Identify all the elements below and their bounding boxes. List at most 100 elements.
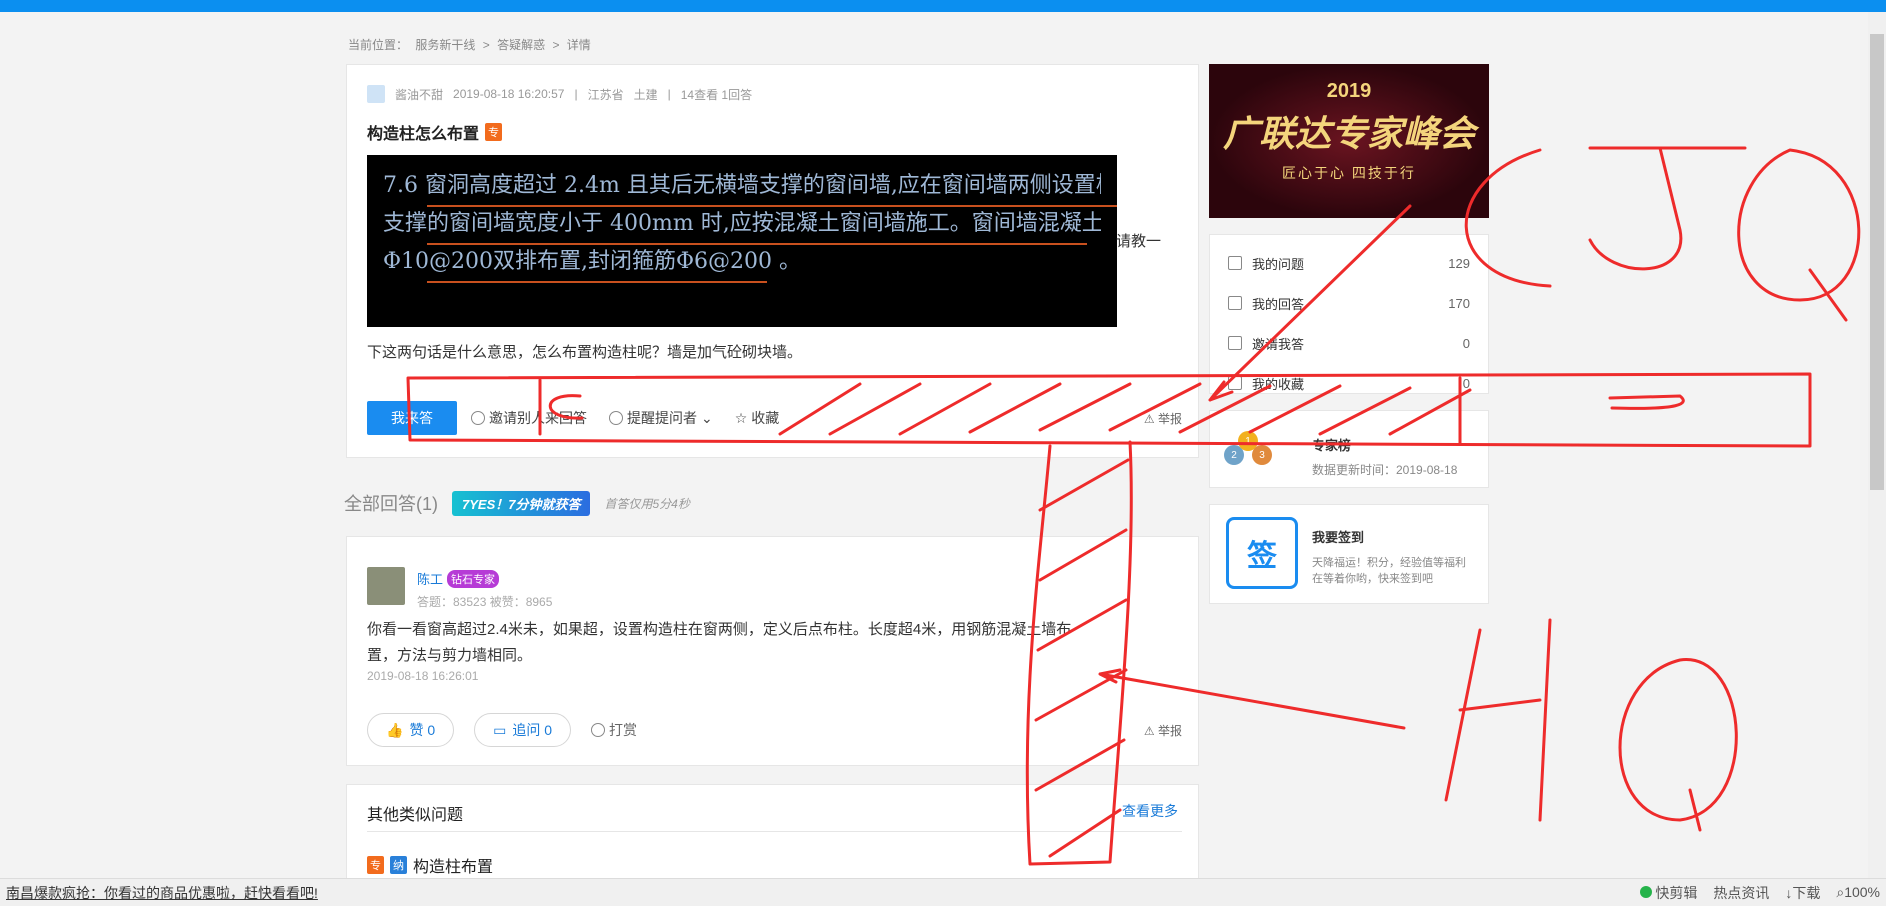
remind-button[interactable]: 提醒提问者 ⌄ — [609, 408, 713, 428]
report-button[interactable]: ⚠ 举报 — [1144, 410, 1182, 427]
breadcrumb: 当前位置： 服务新干线 > 答疑解惑 > 详情 — [348, 36, 595, 53]
expert-ranking-card[interactable]: 2 1 3 专家榜 数据更新时间：2019-08-18 — [1209, 410, 1489, 488]
thumbs-up-icon: 👍 — [386, 721, 404, 738]
sidebar-item-my-questions[interactable]: 我的问题 129 — [1210, 243, 1488, 283]
sketch-dash-right — [1608, 394, 1685, 410]
browser-top-bar — [0, 0, 1886, 12]
collect-button[interactable]: ☆ 收藏 — [735, 408, 780, 428]
download-button[interactable]: ↓下载 — [1785, 883, 1820, 903]
reward-label: 打赏 — [609, 722, 638, 738]
answer-card: 陈工 钻石专家 答题：83523 被赞：8965 你看一看窗高超过2.4米未，如… — [346, 536, 1199, 766]
question-body-text: 下这两句话是什么意思，怎么布置构造柱呢？墙是加气砼砌块墙。 — [367, 344, 803, 361]
question-image[interactable]: 7.6 窗洞高度超过 2.4m 且其后无横墙支撑的窗间墙,应在窗间墙两侧设置构造… — [367, 155, 1117, 327]
follow-up-label: 追问 0 — [512, 722, 553, 738]
summit-banner[interactable]: 2019 广联达专家峰会 匠心于心 四技于行 — [1209, 64, 1489, 218]
calendar-sign-icon: 签 — [1226, 517, 1298, 589]
author-avatar[interactable] — [367, 85, 385, 103]
invite-button[interactable]: 邀请别人来回答 — [471, 408, 587, 428]
status-promo-link[interactable]: 南昌爆款疯抢：你看过的商品优惠啦，赶快看看吧! — [6, 883, 318, 903]
question-card: 酱油不甜 2019-08-18 16:20:57 | 江苏省 土建 | 14查看… — [346, 64, 1199, 458]
answerer-avatar[interactable] — [367, 567, 405, 605]
magnifier-icon: ⌕ — [1836, 884, 1845, 900]
sidebar-item-favorites[interactable]: 我的收藏 0 — [1210, 363, 1488, 403]
download-label: 下载 — [1792, 884, 1821, 901]
question-category: 土建 — [633, 87, 658, 102]
divider — [367, 831, 1182, 832]
question-title: 构造柱怎么布置 专 — [367, 120, 503, 144]
question-region: 江苏省 — [587, 87, 624, 102]
diamond-expert-badge: 钻石专家 — [447, 569, 500, 588]
sidebar-item-count: 129 — [1448, 255, 1470, 271]
author-name[interactable]: 酱油不甜 — [395, 86, 443, 103]
like-button[interactable]: 👍 赞 0 — [367, 713, 455, 747]
medals-icon: 2 1 3 — [1224, 425, 1272, 475]
answer-datetime: 2019-08-18 16:26:01 — [367, 669, 479, 683]
warning-icon: ⚠ — [1143, 723, 1155, 738]
chevron-down-icon: ⌄ — [701, 409, 713, 426]
sign-description: 天降福运！积分，经验值等福利在等着你哟，快来签到吧 — [1312, 557, 1466, 585]
comment-icon: ▭ — [493, 721, 507, 738]
meta-divider: | — [574, 87, 578, 101]
report-label: 举报 — [1157, 723, 1182, 738]
meta-divider: | — [667, 87, 671, 101]
similar-item[interactable]: 专 纳 构造柱布置 — [367, 853, 493, 877]
sketch-letter-j — [1588, 146, 1747, 271]
status-tools: 快剪辑 热点资讯 ↓下载 ⌕100% — [1640, 883, 1880, 903]
sign-icon-text: 签 — [1247, 540, 1277, 573]
sidebar-item-my-answers[interactable]: 我的回答 170 — [1210, 283, 1488, 323]
breadcrumb-link-qa[interactable]: 答疑解惑 — [497, 38, 545, 52]
sidebar-item-count: 170 — [1448, 295, 1470, 311]
answer-report-button[interactable]: ⚠ 举报 — [1144, 722, 1182, 739]
see-more-link[interactable]: 查看更多 — [1122, 801, 1178, 821]
first-answer-note: 首答仅用5分4秒 — [604, 496, 690, 511]
banner-year: 2019 — [1326, 80, 1372, 102]
breadcrumb-link-service[interactable]: 服务新干线 — [415, 38, 475, 52]
question-meta: 酱油不甜 2019-08-18 16:20:57 | 江苏省 土建 | 14查看… — [367, 85, 752, 103]
user-icon — [471, 411, 485, 425]
sketch-letter-q2 — [1618, 658, 1738, 832]
banner-slogan: 匠心于心 四技于行 — [1282, 165, 1416, 181]
sidebar-item-label: 我的问题 — [1252, 256, 1305, 272]
answerer: 陈工 钻石专家 — [417, 569, 500, 588]
sign-title: 我要签到 — [1312, 530, 1365, 545]
zhuan-tag: 专 — [367, 856, 384, 874]
sign-in-card[interactable]: 签 我要签到 天降福运！积分，经验值等福利在等着你哟，快来签到吧 — [1209, 504, 1489, 604]
zoom-button[interactable]: ⌕100% — [1836, 884, 1880, 901]
answer-icon — [1228, 296, 1242, 310]
question-body-text-start: 请教一 — [1116, 233, 1162, 250]
sidebar-item-label: 邀请我答 — [1252, 336, 1305, 352]
image-underline — [427, 281, 767, 283]
answerer-name[interactable]: 陈工 — [417, 569, 443, 588]
quick-clip-button[interactable]: 快剪辑 — [1640, 883, 1697, 903]
page-scrollbar[interactable] — [1868, 12, 1886, 878]
sidebar-item-invited[interactable]: 邀请我答 0 — [1210, 323, 1488, 363]
expert-title: 专家榜 — [1312, 438, 1352, 453]
sketch-letter-h — [1444, 618, 1552, 822]
image-text-line: Φ10@200双排布置,封闭箍筋Φ6@200 。 — [383, 249, 802, 274]
reward-button[interactable]: 打赏 — [591, 720, 637, 740]
hot-news-button[interactable]: 热点资讯 — [1713, 883, 1769, 903]
star-icon: ☆ — [734, 409, 748, 426]
sidebar-item-label: 我的回答 — [1252, 296, 1305, 312]
star-icon — [1228, 376, 1242, 390]
question-datetime: 2019-08-18 16:20:57 — [453, 87, 565, 101]
remind-label: 提醒提问者 — [627, 410, 697, 426]
sketch-letter-q — [1737, 148, 1861, 322]
image-text-line: 7.6 窗洞高度超过 2.4m 且其后无横墙支撑的窗间墙,应在窗间墙两侧设置构造… — [383, 173, 1101, 198]
image-underline — [427, 205, 1117, 207]
clip-icon — [1640, 885, 1653, 898]
question-views-answers: 14查看 1回答 — [680, 87, 753, 102]
similar-questions-card: 其他类似问题 查看更多 专 纳 构造柱布置 — [346, 784, 1199, 884]
breadcrumb-separator: > — [552, 38, 560, 52]
breadcrumb-current: 详情 — [566, 38, 591, 52]
answer-actions: 👍 赞 0 ▭ 追问 0 打赏 ⚠ 举报 — [367, 713, 1182, 747]
question-actions: 我来答 邀请别人来回答 提醒提问者 ⌄ ☆ 收藏 ⚠ 举报 — [367, 401, 1182, 435]
scrollbar-thumb[interactable] — [1870, 34, 1884, 490]
invite-label: 邀请别人来回答 — [489, 410, 587, 426]
sidebar-item-label: 我的收藏 — [1252, 376, 1305, 392]
answer-button[interactable]: 我来答 — [367, 401, 457, 435]
browser-status-bar: 南昌爆款疯抢：你看过的商品优惠啦，赶快看看吧! 快剪辑 热点资讯 ↓下载 ⌕10… — [0, 878, 1886, 906]
follow-up-button[interactable]: ▭ 追问 0 — [474, 713, 572, 747]
breadcrumb-label: 当前位置： — [348, 38, 409, 52]
info-icon — [609, 411, 623, 425]
